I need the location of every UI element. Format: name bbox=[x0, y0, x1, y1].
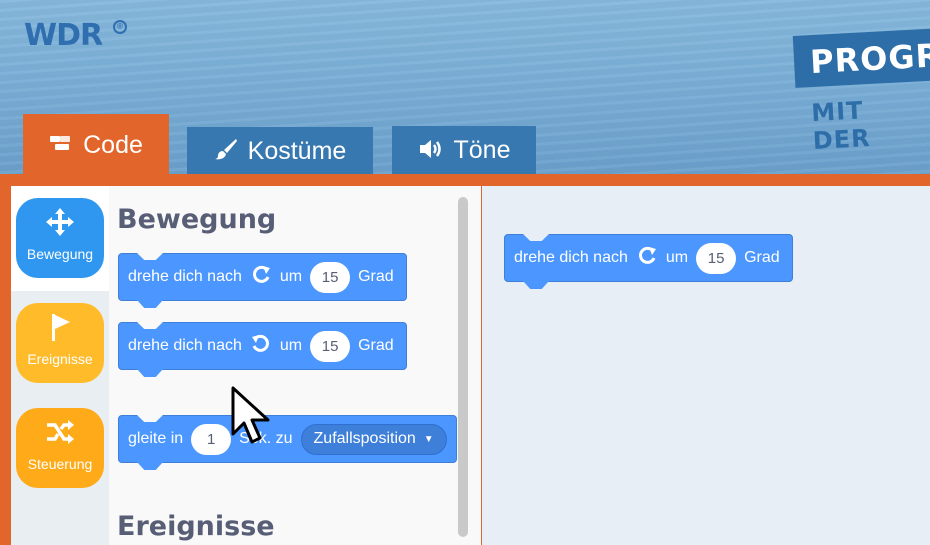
rotate-right-icon bbox=[636, 245, 658, 271]
shuffle-icon bbox=[16, 416, 104, 452]
flag-icon bbox=[16, 311, 104, 347]
degrees-input[interactable]: 15 bbox=[310, 330, 351, 362]
tab-sounds[interactable]: Töne bbox=[392, 126, 536, 175]
dropdown-value: Zufallsposition bbox=[313, 430, 416, 447]
category-control[interactable]: Steuerung bbox=[16, 408, 104, 488]
palette-scrollbar[interactable] bbox=[458, 197, 468, 537]
workspace-block-turn-right[interactable]: drehe dich nach um 15 Grad bbox=[504, 234, 793, 282]
category-events-label: Ereignisse bbox=[27, 351, 93, 367]
tab-sounds-label: Töne bbox=[453, 136, 511, 164]
target-dropdown[interactable]: Zufallsposition ▼ bbox=[300, 423, 447, 455]
block-text: Grad bbox=[744, 249, 780, 266]
banner-title-text: PROGR bbox=[809, 36, 930, 82]
block-text: um bbox=[665, 249, 689, 266]
tab-code[interactable]: Code bbox=[23, 114, 169, 176]
block-text: um bbox=[279, 268, 303, 285]
block-text: gleite in bbox=[128, 430, 184, 447]
banner-title: PROGR bbox=[792, 28, 930, 88]
speaker-icon bbox=[418, 138, 444, 164]
block-text: um bbox=[279, 337, 303, 354]
tab-costumes-label: Kostüme bbox=[247, 136, 347, 165]
block-text: drehe dich nach bbox=[128, 268, 242, 285]
block-glide-to[interactable]: gleite in 1 Sek. zu Zufallsposition ▼ bbox=[118, 415, 457, 463]
seconds-input[interactable]: 1 bbox=[191, 423, 232, 455]
block-turn-left[interactable]: drehe dich nach um 15 Grad bbox=[118, 322, 407, 370]
brush-icon bbox=[214, 138, 238, 164]
tab-bar-underline bbox=[0, 174, 930, 186]
category-events[interactable]: Ereignisse bbox=[16, 303, 104, 383]
category-motion-label: Bewegung bbox=[26, 246, 94, 262]
caret-down-icon: ▼ bbox=[423, 433, 434, 445]
block-text: Grad bbox=[358, 337, 394, 354]
move-arrows-icon bbox=[16, 206, 104, 242]
block-text: drehe dich nach bbox=[128, 337, 242, 354]
degrees-input[interactable]: 15 bbox=[696, 242, 737, 274]
tab-costumes[interactable]: Kostüme bbox=[187, 127, 373, 175]
block-text: Grad bbox=[358, 268, 394, 285]
wdr-logo: WDR bbox=[24, 18, 103, 53]
palette-heading-events: Ereignisse bbox=[117, 511, 275, 542]
registered-mark: ® bbox=[113, 20, 127, 34]
code-icon bbox=[49, 134, 73, 156]
banner-subtitle: MIT DER bbox=[810, 96, 872, 156]
category-control-label: Steuerung bbox=[27, 456, 93, 472]
block-text: drehe dich nach bbox=[514, 249, 628, 266]
category-motion[interactable]: Bewegung bbox=[16, 198, 104, 278]
rotate-right-icon bbox=[250, 264, 272, 290]
degrees-input[interactable]: 15 bbox=[310, 261, 351, 293]
block-turn-right[interactable]: drehe dich nach um 15 Grad bbox=[118, 253, 407, 301]
rotate-left-icon bbox=[250, 333, 272, 359]
tab-code-label: Code bbox=[83, 130, 143, 159]
palette-heading-motion: Bewegung bbox=[117, 204, 277, 235]
mouse-cursor-icon bbox=[230, 386, 276, 448]
